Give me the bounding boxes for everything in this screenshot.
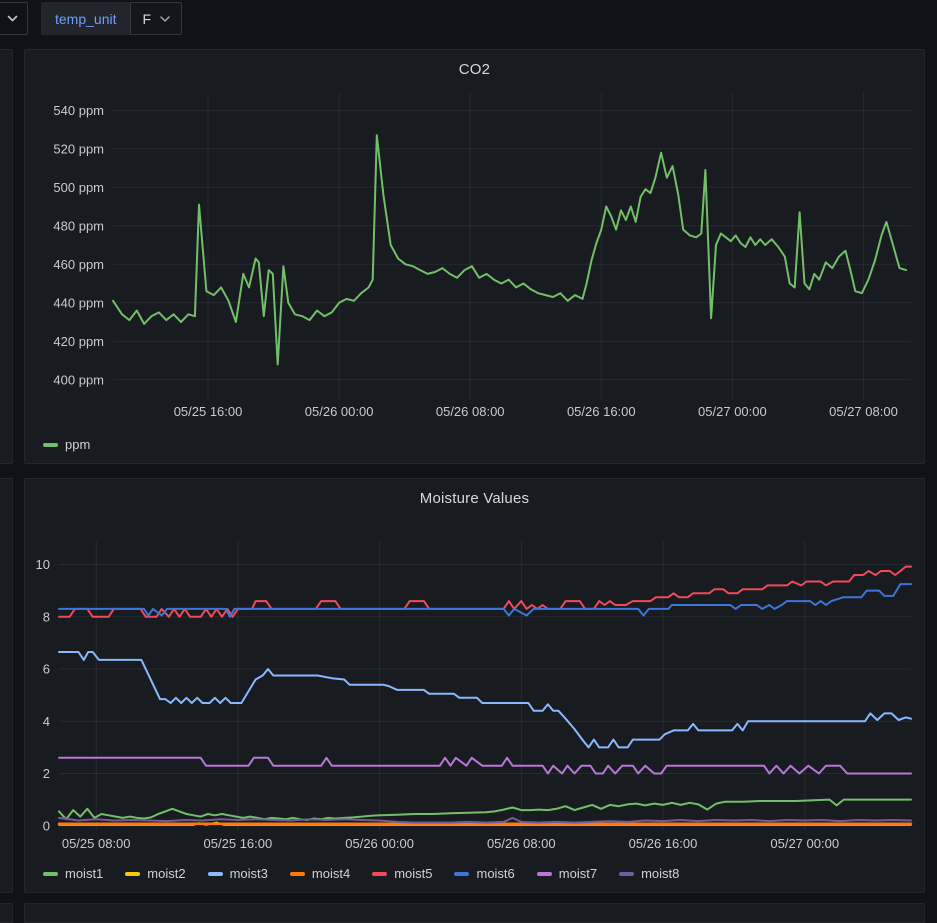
- y-tick-label: 440 ppm: [53, 295, 104, 310]
- legend-label: moist5: [394, 866, 433, 881]
- y-tick-label: 8: [43, 609, 50, 624]
- y-tick-label: 2: [43, 766, 50, 781]
- legend-swatch: [536, 871, 552, 876]
- series-line-moist1: [58, 798, 912, 821]
- partial-bottom-panel: [24, 903, 925, 923]
- variable-label[interactable]: temp_unit: [41, 2, 131, 35]
- co2-panel: CO2 540 ppm 520 ppm 500 ppm 480 ppm 460 ppm 4…: [24, 49, 925, 464]
- variable-value-dropdown[interactable]: F: [130, 2, 183, 35]
- moisture-panel: Moisture Values 10 8 6 4 2 0 05/25 08:00 05/25 …: [24, 478, 925, 893]
- series-line-moist3: [58, 651, 912, 749]
- y-tick-label: 0: [43, 818, 50, 833]
- y-tick-label: 4: [43, 714, 50, 729]
- legend-item-moist6[interactable]: moist6: [454, 866, 515, 881]
- chevron-down-icon: [160, 15, 170, 22]
- x-tick-label: 05/26 16:00: [567, 404, 636, 419]
- y-tick-label: 6: [43, 662, 50, 677]
- grafana-dashboard: { "topbar": { "variable_label": "temp_un…: [0, 0, 937, 923]
- legend-label: moist7: [558, 866, 598, 881]
- x-tick-label: 05/26 00:00: [345, 836, 414, 851]
- partial-left-panel: [0, 478, 13, 893]
- series-line-moist7: [58, 756, 912, 775]
- legend-item-moist4[interactable]: moist4: [289, 866, 351, 881]
- chart-svg: 540 ppm 520 ppm 500 ppm 480 ppm 460 ppm 440 p…: [53, 93, 911, 419]
- chevron-down-icon: [7, 15, 18, 22]
- legend-label: moist6: [476, 866, 515, 881]
- legend-swatch: [289, 871, 305, 876]
- legend-label: moist1: [65, 866, 104, 881]
- x-tick-label: 05/26 08:00: [487, 836, 556, 851]
- legend-label: moist3: [229, 866, 268, 881]
- y-tick-label: 400 ppm: [53, 372, 104, 387]
- chart-svg: 10 8 6 4 2 0 05/25 08:00 05/25 16:00 05/26 00:00…: [36, 541, 913, 851]
- x-tick-label: 05/25 08:00: [62, 836, 131, 851]
- x-tick-label: 05/25 16:00: [204, 836, 273, 851]
- y-tick-label: 500 ppm: [53, 180, 104, 195]
- y-tick-label: 460 ppm: [53, 257, 104, 272]
- legend-label: moist4: [311, 866, 351, 881]
- x-tick-label: 05/26 16:00: [629, 836, 698, 851]
- legend-swatch: [125, 871, 141, 876]
- x-tick-label: 05/26 08:00: [436, 404, 505, 419]
- series-line-ppm: [112, 134, 908, 366]
- legend-swatch: [619, 871, 635, 876]
- legend-item-moist7[interactable]: moist7: [536, 866, 598, 881]
- variable-value-text: F: [142, 10, 152, 27]
- legend-label: ppm: [65, 437, 91, 452]
- legend-label: moist8: [641, 866, 680, 881]
- dashboard-toolbar: temp_unit F: [0, 0, 937, 40]
- legend-swatch: [43, 442, 58, 447]
- legend-swatch: [372, 871, 388, 876]
- partial-left-panel: [0, 903, 13, 923]
- moisture-chart[interactable]: 10 8 6 4 2 0 05/25 08:00 05/25 16:00 05/26 00:00…: [25, 479, 924, 892]
- legend-item-moist3[interactable]: moist3: [207, 866, 268, 881]
- x-tick-label: 05/26 00:00: [305, 404, 374, 419]
- legend-item-ppm[interactable]: ppm: [43, 437, 90, 452]
- legend-swatch: [43, 871, 58, 876]
- moisture-legend: moist1 moist2 moist3 moist4 moist5 moist6 mois…: [43, 866, 679, 881]
- legend-swatch: [207, 871, 223, 876]
- y-tick-label: 480 ppm: [53, 218, 104, 233]
- y-tick-label: 420 ppm: [53, 334, 104, 349]
- legend-item-moist5[interactable]: moist5: [372, 866, 432, 881]
- cutoff-dropdown-control[interactable]: [0, 2, 28, 35]
- y-tick-label: 520 ppm: [53, 141, 104, 156]
- series-line-moist8: [58, 816, 912, 824]
- legend-item-moist8[interactable]: moist8: [619, 866, 679, 881]
- y-tick-label: 540 ppm: [53, 103, 104, 118]
- legend-label: moist2: [147, 866, 186, 881]
- x-tick-label: 05/27 08:00: [829, 404, 898, 419]
- template-variable-temp-unit: temp_unit F: [41, 2, 183, 35]
- y-tick-label: 10: [36, 557, 50, 572]
- x-tick-label: 05/27 00:00: [698, 404, 767, 419]
- x-tick-label: 05/25 16:00: [174, 404, 243, 419]
- legend-swatch: [454, 871, 470, 876]
- legend-item-moist2[interactable]: moist2: [125, 866, 186, 881]
- co2-legend: ppm: [43, 437, 90, 452]
- legend-item-moist1[interactable]: moist1: [43, 866, 103, 881]
- co2-chart[interactable]: 540 ppm 520 ppm 500 ppm 480 ppm 460 ppm 440 p…: [25, 50, 924, 463]
- partial-left-panel: [0, 49, 13, 464]
- x-tick-label: 05/27 00:00: [770, 836, 839, 851]
